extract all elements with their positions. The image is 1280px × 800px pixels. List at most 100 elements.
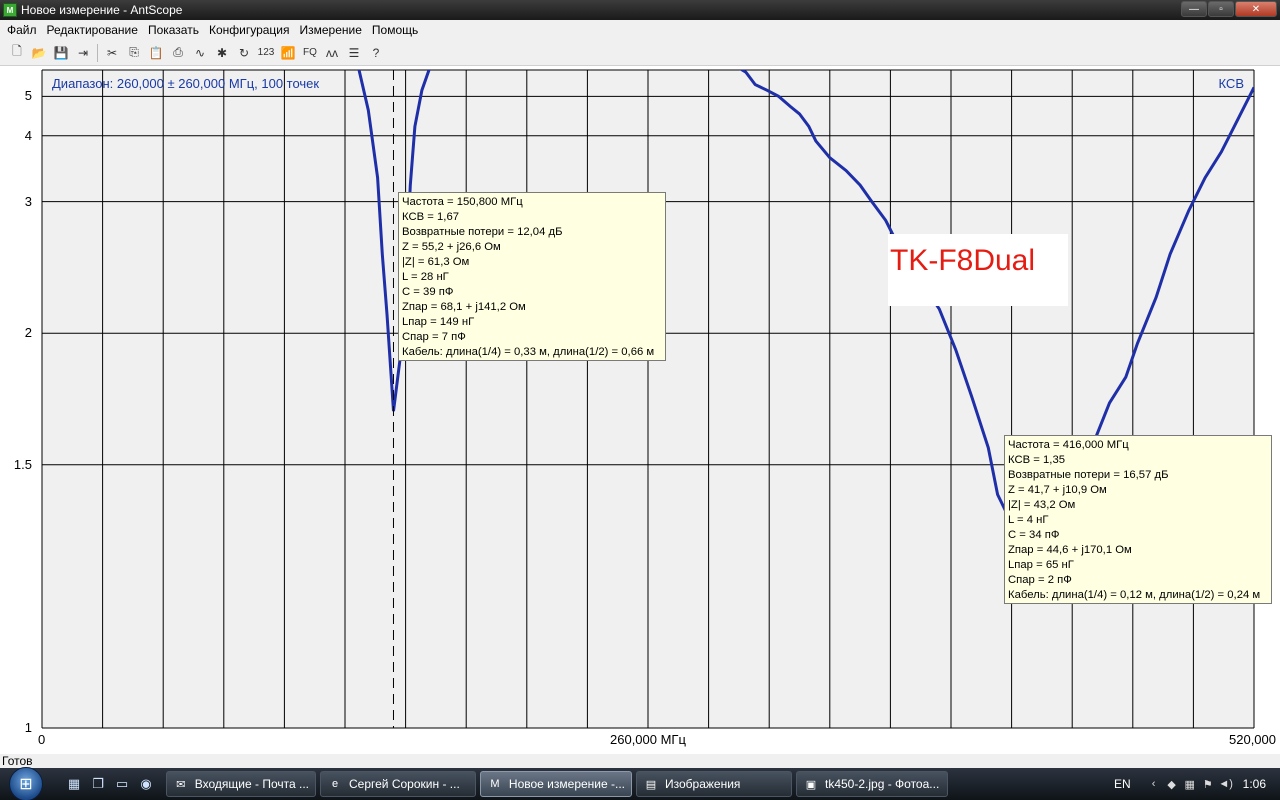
tooltip-line: Lпар = 65 нГ <box>1008 559 1074 571</box>
taskbar-button[interactable]: ✉ Входящие - Почта ... <box>166 771 316 797</box>
tooltip-line: Z = 55,2 + j26,6 Ом <box>402 241 501 253</box>
y-tick-label: 3 <box>24 193 32 209</box>
tooltip-line: L = 4 нГ <box>1008 514 1049 526</box>
chevron-left-icon[interactable]: ‹ <box>1146 778 1162 790</box>
fq-icon[interactable]: FQ <box>299 42 321 64</box>
help-icon[interactable]: ? <box>365 42 387 64</box>
start-button[interactable]: ⊞ <box>0 767 52 800</box>
mail-icon: ✉ <box>176 778 186 791</box>
quick-launch: ▦ ❐ ▭ ◉ <box>62 773 158 795</box>
y-tick-label: 5 <box>24 88 32 104</box>
numeric-icon[interactable]: 123 <box>255 42 277 64</box>
tooltip-line: C = 34 пФ <box>1008 529 1060 541</box>
computer-icon[interactable]: ▭ <box>111 773 133 795</box>
tooltip-line: Cпар = 2 пФ <box>1008 574 1072 586</box>
antscope-icon: M <box>490 778 500 790</box>
menu-help[interactable]: Помощь <box>367 23 423 37</box>
menu-bar: Файл Редактирование Показать Конфигураци… <box>0 20 1280 40</box>
menu-file[interactable]: Файл <box>2 23 42 37</box>
y-tick-label: 1.5 <box>13 456 32 472</box>
paste-icon[interactable]: 📋 <box>145 42 167 64</box>
taskbar-button[interactable]: ▣ tk450-2.jpg - Фотоа... <box>796 771 948 797</box>
markers-icon[interactable]: ʌʌ <box>321 42 343 64</box>
tooltip-line: КСВ = 1,35 <box>1008 454 1066 466</box>
tooltip-line: Cпар = 7 пФ <box>402 331 466 343</box>
menu-view[interactable]: Показать <box>143 23 204 37</box>
taskbar-button-label: Новое измерение -... <box>508 777 625 791</box>
tooltip-line: Z = 41,7 + j10,9 Ом <box>1008 484 1107 496</box>
tooltip-line: Zпар = 44,6 + j170,1 Ом <box>1008 544 1132 556</box>
marker-tooltip-2: Частота = 416,000 МГц КСВ = 1,35 Возвратны… <box>1004 435 1272 604</box>
taskbar-button-label: Сергей Сорокин - ... <box>349 777 460 791</box>
marker-tooltip-1: Частота = 150,800 МГц КСВ = 1,67 Возвратны… <box>398 192 666 361</box>
y-tick-label: 2 <box>24 325 32 341</box>
chart-svg[interactable] <box>0 66 1280 754</box>
app-icon: M <box>3 3 17 17</box>
toolbar: 🗋 📂 💾 ⇥ ✂ ⎘ 📋 ⎙ ∿ ✱ ↻ 123 📶 FQ ʌʌ ☰? <box>0 40 1280 66</box>
swr-chart[interactable]: Диапазон: 260,000 ± 260,000 МГц, 100 точ… <box>0 66 1280 754</box>
tooltip-line: Zпар = 68,1 + j141,2 Ом <box>402 301 526 313</box>
taskbar: ⊞ ▦ ❐ ▭ ◉ ✉ Входящие - Почта ... e Сергей Соро… <box>0 767 1280 800</box>
title-bar[interactable]: M Новое измерение - AntScope — ▫ ✕ <box>0 0 1280 20</box>
model-label: TK-F8Dual <box>888 234 1068 306</box>
tooltip-line: |Z| = 61,3 Ом <box>402 256 470 268</box>
y-tick-label: 1 <box>24 720 32 735</box>
flag-icon[interactable]: ⚑ <box>1200 778 1216 791</box>
language-indicator[interactable]: EN <box>1114 777 1131 791</box>
antivirus-icon[interactable]: ◆ <box>1164 778 1180 791</box>
save-icon[interactable]: 💾 <box>50 42 72 64</box>
tooltip-line: Частота = 416,000 МГц <box>1008 439 1129 451</box>
speaker-icon[interactable]: ◄) <box>1218 778 1234 790</box>
tooltip-line: Кабель: длина(1/4) = 0,12 м, длина(1/2) … <box>1008 589 1261 601</box>
notes-icon[interactable]: ☰ <box>343 42 365 64</box>
x-tick-label: 0 <box>38 732 46 747</box>
switch-windows-icon[interactable]: ❐ <box>87 773 109 795</box>
system-tray: EN ‹ ◆ ▦ ⚑ ◄) 1:06 <box>1114 768 1280 800</box>
ie-icon: e <box>331 778 339 790</box>
tooltip-line: L = 28 нГ <box>402 271 449 283</box>
taskbar-button-label: Входящие - Почта ... <box>194 777 309 791</box>
clock[interactable]: 1:06 <box>1243 777 1266 791</box>
settings-icon[interactable]: ✱ <box>211 42 233 64</box>
tooltip-line: |Z| = 43,2 Ом <box>1008 499 1076 511</box>
windows-logo-icon: ⊞ <box>9 767 43 800</box>
menu-measure[interactable]: Измерение <box>294 23 366 37</box>
tooltip-line: Частота = 150,800 МГц <box>402 196 523 208</box>
tooltip-line: Lпар = 149 нГ <box>402 316 475 328</box>
status-text: Готов <box>2 754 33 768</box>
cut-icon[interactable]: ✂ <box>101 42 123 64</box>
open-folder-icon[interactable]: 📂 <box>28 42 50 64</box>
menu-edit[interactable]: Редактирование <box>42 23 143 37</box>
task-list: ✉ Входящие - Почта ... e Сергей Сорокин - .… <box>162 771 948 797</box>
photo-icon: ▣ <box>805 778 817 791</box>
copy-icon[interactable]: ⎘ <box>123 42 145 64</box>
tooltip-line: Кабель: длина(1/4) = 0,33 м, длина(1/2) … <box>402 346 655 358</box>
toolbar-separator <box>97 43 98 62</box>
export-icon[interactable]: ⇥ <box>72 42 94 64</box>
print-icon[interactable]: ⎙ <box>167 42 189 64</box>
x-tick-label: 260,000 МГц <box>610 732 686 747</box>
y-tick-label: 4 <box>24 127 32 143</box>
network-icon[interactable]: ▦ <box>1182 778 1198 791</box>
chart-icon[interactable]: ∿ <box>189 42 211 64</box>
taskbar-button-label: Изображения <box>665 777 741 791</box>
taskbar-button[interactable]: e Сергей Сорокин - ... <box>320 771 476 797</box>
folder-icon: ▤ <box>645 778 657 791</box>
maximize-button[interactable]: ▫ <box>1208 1 1234 17</box>
refresh-icon[interactable]: ↻ <box>233 42 255 64</box>
new-file-icon[interactable]: 🗋 <box>6 42 28 64</box>
tooltip-line: C = 39 пФ <box>402 286 454 298</box>
taskbar-button[interactable]: M Новое измерение -... <box>480 771 632 797</box>
antenna-icon[interactable]: 📶 <box>277 42 299 64</box>
close-button[interactable]: ✕ <box>1235 1 1277 17</box>
status-bar: Готов <box>0 754 1280 768</box>
show-desktop-icon[interactable]: ▦ <box>63 773 85 795</box>
menu-config[interactable]: Конфигурация <box>204 23 295 37</box>
tooltip-line: КСВ = 1,67 <box>402 211 460 223</box>
tooltip-line: Возвратные потери = 12,04 дБ <box>402 226 563 238</box>
mode-label: КСВ <box>1218 76 1245 91</box>
chrome-icon[interactable]: ◉ <box>135 773 157 795</box>
minimize-button[interactable]: — <box>1181 1 1207 17</box>
window-title: Новое измерение - AntScope <box>21 3 183 17</box>
taskbar-button[interactable]: ▤ Изображения <box>636 771 792 797</box>
